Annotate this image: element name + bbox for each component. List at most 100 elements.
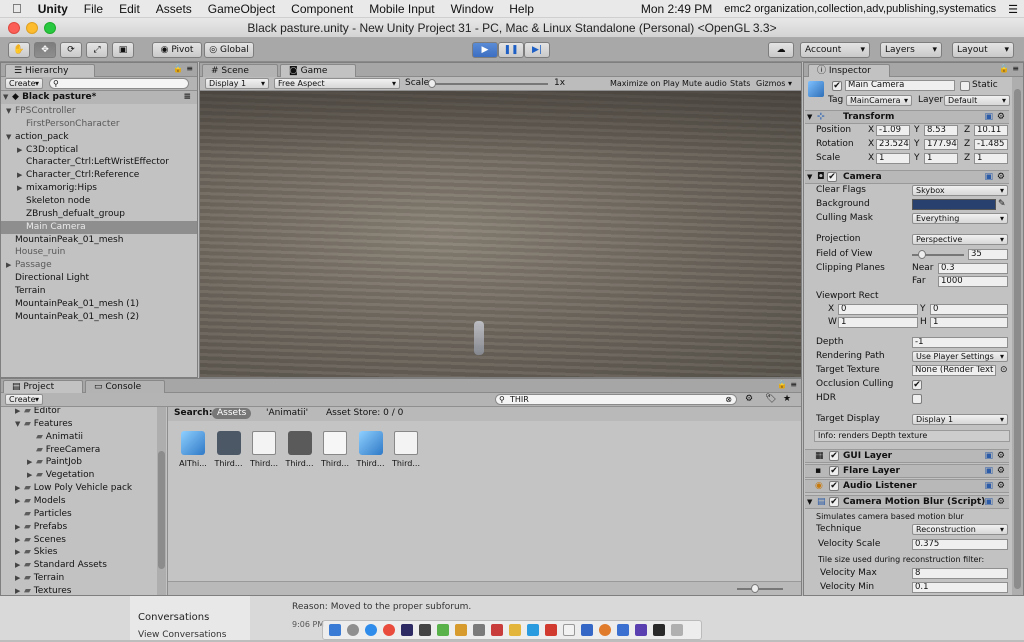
clear-flags-dropdown[interactable]: Skybox [912, 185, 1008, 196]
hierarchy-item[interactable]: Terrain [1, 285, 197, 298]
projection-dropdown[interactable]: Perspective [912, 234, 1008, 245]
position-y-field[interactable]: 8.53 [924, 125, 958, 136]
menu-app-name[interactable]: Unity [30, 2, 76, 16]
hierarchy-create-dropdown[interactable]: Create [5, 78, 43, 89]
expanded-arrow-icon[interactable]: ▼ [6, 105, 15, 118]
hierarchy-item[interactable]: MountainPeak_01_mesh (1) [1, 298, 197, 311]
app-icon[interactable] [581, 624, 593, 636]
launchpad-icon[interactable] [347, 624, 359, 636]
tab-game[interactable]: ◙ Game [280, 64, 356, 77]
app-icon[interactable] [545, 624, 557, 636]
collapsed-arrow-icon[interactable]: ▶ [15, 559, 24, 572]
flare-layer-header[interactable]: ▪ ✔ Flare Layer ▣ ⚙ [805, 464, 1009, 478]
component-gear-icon[interactable]: ⚙ [997, 111, 1005, 123]
asset-item[interactable]: Third... [246, 431, 282, 468]
background-view-conversations[interactable]: View Conversations [138, 629, 226, 642]
fov-field[interactable]: 35 [968, 249, 1008, 260]
target-display-dropdown[interactable]: Display 1 [912, 414, 1008, 425]
collapsed-arrow-icon[interactable]: ▶ [17, 182, 26, 195]
rotation-y-field[interactable]: 177.94 [924, 139, 958, 150]
asset-item[interactable]: Third... [282, 431, 318, 468]
app-icon[interactable] [527, 624, 539, 636]
app-icon[interactable] [635, 624, 647, 636]
lock-icon[interactable]: 🔒 [173, 64, 183, 73]
viewport-h-field[interactable]: 1 [930, 317, 1008, 328]
fov-slider-thumb[interactable] [918, 250, 926, 259]
play-button[interactable]: ▶ [472, 42, 498, 58]
maximize-on-play-toggle[interactable]: Maximize on Play [610, 77, 680, 90]
hierarchy-item[interactable]: ▶ mixamorig:Hips [1, 182, 197, 195]
folder-item[interactable]: ▶ ▰ Low Poly Vehicle pack [1, 482, 167, 495]
tab-project[interactable]: ▤ Project [3, 380, 83, 393]
folder-item[interactable]: ▶ ▰ Prefabs [1, 521, 167, 534]
hierarchy-item[interactable]: MountainPeak_01_mesh (2) [1, 311, 197, 324]
rotation-z-field[interactable]: -1.485 [974, 139, 1008, 150]
layer-dropdown[interactable]: Default [944, 95, 1010, 106]
hierarchy-item[interactable]: Character_Ctrl:LeftWristEffector [1, 156, 197, 169]
zoom-window-icon[interactable] [44, 22, 56, 34]
app-icon[interactable] [599, 624, 611, 636]
panel-menu-icon[interactable]: ≡ [186, 64, 193, 73]
help-book-icon[interactable]: ▣ [984, 111, 993, 123]
project-search-input[interactable]: ⚲ THIR ⊗ [495, 394, 737, 405]
menu-help[interactable]: Help [501, 2, 542, 16]
position-z-field[interactable]: 10.11 [974, 125, 1008, 136]
technique-dropdown[interactable]: Reconstruction [912, 524, 1008, 535]
velocity-max-field[interactable]: 8 [912, 568, 1008, 579]
filter-type-icon[interactable]: ⚙ [745, 393, 753, 406]
hand-tool-icon[interactable]: ✋ [8, 42, 30, 58]
tab-console[interactable]: ▭ Console [85, 380, 165, 393]
inspector-scrollbar[interactable] [1012, 77, 1023, 595]
lock-icon[interactable]: 🔒 [999, 64, 1009, 73]
flare-layer-checkbox[interactable]: ✔ [829, 466, 839, 476]
gui-layer-checkbox[interactable]: ✔ [829, 451, 839, 461]
folder-item[interactable]: ▰ Particles [1, 508, 167, 521]
safari-icon[interactable] [365, 624, 377, 636]
collapsed-arrow-icon[interactable]: ▶ [17, 144, 26, 157]
rotation-x-field[interactable]: 23.524 [876, 139, 910, 150]
unity-icon[interactable] [419, 624, 431, 636]
hierarchy-item[interactable]: ▼ action_pack [1, 131, 197, 144]
filter-assets-chip[interactable]: Assets [212, 408, 252, 419]
component-gear-icon[interactable]: ⚙ [997, 480, 1005, 492]
clear-search-icon[interactable]: ⊗ [725, 395, 732, 404]
app-icon[interactable] [653, 624, 665, 636]
help-book-icon[interactable]: ▣ [984, 480, 993, 492]
hierarchy-item[interactable]: ▶ Character_Ctrl:Reference [1, 169, 197, 182]
collapsed-arrow-icon[interactable]: ▶ [15, 572, 24, 585]
trash-icon[interactable] [671, 624, 683, 636]
apple-icon[interactable]:  [0, 1, 30, 16]
collapsed-arrow-icon[interactable]: ▶ [15, 585, 24, 595]
scene-menu-icon[interactable]: ≡ [183, 91, 191, 104]
close-window-icon[interactable] [8, 22, 20, 34]
hierarchy-item[interactable]: MountainPeak_01_mesh [1, 234, 197, 247]
collapsed-arrow-icon[interactable]: ▶ [15, 407, 24, 418]
help-book-icon[interactable]: ▣ [984, 171, 993, 183]
collapsed-arrow-icon[interactable]: ▶ [27, 456, 36, 469]
global-toggle[interactable]: ◎ Global [204, 42, 254, 58]
menu-window[interactable]: Window [443, 2, 502, 16]
folder-scrollbar[interactable] [157, 407, 166, 595]
asset-item[interactable]: Third... [388, 431, 424, 468]
app-icon[interactable] [455, 624, 467, 636]
word-icon[interactable] [617, 624, 629, 636]
game-viewport[interactable] [200, 91, 801, 377]
chrome-icon[interactable] [383, 624, 395, 636]
collapsed-arrow-icon[interactable]: ▶ [6, 259, 15, 272]
camera-enabled-checkbox[interactable]: ✔ [827, 172, 837, 182]
folder-item[interactable]: ▶ ▰ Scenes [1, 534, 167, 547]
component-gear-icon[interactable]: ⚙ [997, 496, 1005, 508]
collapsed-arrow-icon[interactable]: ▶ [15, 546, 24, 559]
camera-header[interactable]: ▼ ◘ ✔ Camera ▣ ⚙ [805, 170, 1009, 184]
folder-item[interactable]: ▶ ▰ PaintJob [1, 456, 167, 469]
help-book-icon[interactable]: ▣ [984, 496, 993, 508]
tab-scene[interactable]: # Scene [202, 64, 278, 77]
minimize-window-icon[interactable] [26, 22, 38, 34]
app-icon[interactable] [563, 624, 575, 636]
far-field[interactable]: 1000 [938, 276, 1008, 287]
rendering-path-dropdown[interactable]: Use Player Settings [912, 351, 1008, 362]
hierarchy-item[interactable]: Directional Light [1, 272, 197, 285]
layout-dropdown[interactable]: Layout ▾ [952, 42, 1014, 58]
aspect-dropdown[interactable]: Free Aspect [274, 78, 400, 89]
inspector-scrollbar-thumb[interactable] [1014, 89, 1021, 589]
